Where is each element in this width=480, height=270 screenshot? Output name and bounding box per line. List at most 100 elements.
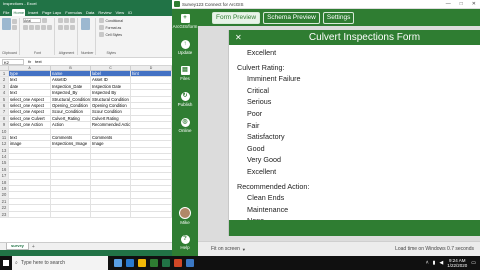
table-cell[interactable] xyxy=(9,179,51,186)
tab-insert[interactable]: Insert xyxy=(27,9,39,16)
choice-option[interactable]: Serious xyxy=(237,96,480,108)
table-cell[interactable] xyxy=(91,179,131,186)
row-number[interactable]: 17 xyxy=(0,173,9,179)
table-cell[interactable]: select_one Action xyxy=(9,122,51,128)
close-button[interactable]: ✕ xyxy=(472,1,476,7)
table-cell[interactable] xyxy=(51,173,91,179)
table-cell[interactable] xyxy=(51,166,91,173)
column-header[interactable]: B xyxy=(51,66,91,70)
table-cell[interactable] xyxy=(9,154,51,160)
choice-option[interactable]: Critical xyxy=(237,85,480,97)
row-number[interactable]: 3 xyxy=(0,83,9,90)
table-cell[interactable]: Asset ID xyxy=(91,77,131,83)
table-cell[interactable] xyxy=(131,83,172,90)
tab-review[interactable]: Review xyxy=(97,9,112,16)
table-cell[interactable] xyxy=(91,205,131,211)
name-box[interactable]: K2 xyxy=(2,58,24,65)
sidebar-item-publish[interactable]: ↻ Publish xyxy=(172,92,198,107)
table-cell[interactable]: Opening_Condition xyxy=(51,102,91,109)
table-cell[interactable] xyxy=(131,128,172,134)
table-cell[interactable] xyxy=(131,160,172,166)
table-cell[interactable]: Scour Condition xyxy=(91,109,131,115)
align-left-icon[interactable] xyxy=(58,25,63,30)
table-cell[interactable] xyxy=(131,134,172,141)
table-cell[interactable] xyxy=(91,192,131,198)
row-number[interactable]: 4 xyxy=(0,90,9,96)
table-cell[interactable]: text xyxy=(9,134,51,141)
taskbar-app-icon[interactable] xyxy=(114,259,122,267)
table-cell[interactable] xyxy=(51,160,91,166)
choice-option[interactable]: Poor xyxy=(237,108,480,120)
header-cell[interactable]: type xyxy=(9,71,51,77)
table-cell[interactable] xyxy=(131,186,172,192)
table-cell[interactable]: Image xyxy=(91,141,131,147)
row-number[interactable]: 12 xyxy=(0,141,9,147)
row-number[interactable]: 14 xyxy=(0,154,9,160)
table-cell[interactable] xyxy=(51,192,91,198)
column-header[interactable]: D xyxy=(131,66,172,70)
table-cell[interactable] xyxy=(9,198,51,205)
choice-option[interactable]: Maintenance xyxy=(237,204,480,216)
row-number[interactable]: 8 xyxy=(0,115,9,122)
taskbar-clock[interactable]: 9:24 AM 1/22/2020 xyxy=(447,258,467,268)
fill-color-icon[interactable] xyxy=(47,25,52,30)
table-cell[interactable]: select_one Aspect xyxy=(9,102,51,109)
underline-icon[interactable] xyxy=(35,25,40,30)
align-middle-icon[interactable] xyxy=(64,18,69,23)
conditional-format-button[interactable]: Conditional xyxy=(105,19,123,23)
table-cell[interactable]: text xyxy=(9,77,51,83)
row-number[interactable]: 16 xyxy=(0,166,9,173)
close-icon[interactable]: ✕ xyxy=(235,33,242,42)
row-number[interactable]: 23 xyxy=(0,211,9,217)
table-cell[interactable]: Inspection Date xyxy=(91,83,131,90)
column-header[interactable]: A xyxy=(9,66,51,70)
table-cell[interactable]: Comments xyxy=(51,134,91,141)
table-cell[interactable] xyxy=(91,160,131,166)
table-cell[interactable] xyxy=(131,173,172,179)
table-cell[interactable]: Culvert_Rating xyxy=(51,115,91,122)
table-cell[interactable]: Comments xyxy=(91,134,131,141)
formula-input[interactable]: text xyxy=(35,59,41,64)
format-as-table-button[interactable]: Format as xyxy=(105,26,121,30)
table-cell[interactable] xyxy=(91,166,131,173)
tab-page-layout[interactable]: Page Layo xyxy=(41,9,62,16)
tab-data[interactable]: Data xyxy=(85,9,95,16)
table-cell[interactable] xyxy=(131,179,172,186)
table-cell[interactable] xyxy=(51,154,91,160)
table-cell[interactable]: Structural Condition xyxy=(91,96,131,102)
table-cell[interactable] xyxy=(91,147,131,154)
font-size-select[interactable] xyxy=(42,18,47,23)
table-cell[interactable]: Culvert Rating xyxy=(91,115,131,122)
network-icon[interactable]: ▮ xyxy=(433,260,436,266)
row-number[interactable]: 22 xyxy=(0,205,9,211)
align-center-icon[interactable] xyxy=(64,25,69,30)
table-cell[interactable]: image xyxy=(9,141,51,147)
table-cell[interactable] xyxy=(131,122,172,128)
row-number[interactable]: 13 xyxy=(0,147,9,154)
table-cell[interactable] xyxy=(131,102,172,109)
sidebar-item-files[interactable]: ▤ Files xyxy=(172,66,198,81)
table-cell[interactable] xyxy=(131,141,172,147)
table-cell[interactable] xyxy=(51,128,91,134)
align-right-icon[interactable] xyxy=(70,25,75,30)
table-cell[interactable] xyxy=(51,198,91,205)
table-cell[interactable] xyxy=(51,147,91,154)
table-cell[interactable] xyxy=(131,90,172,96)
choice-option[interactable]: Imminent Failure xyxy=(237,73,480,85)
row-number[interactable]: 7 xyxy=(0,109,9,115)
table-cell[interactable] xyxy=(51,186,91,192)
tab-form-preview[interactable]: Form Preview xyxy=(212,11,261,24)
choice-option[interactable]: Satisfactory xyxy=(237,131,480,143)
table-cell[interactable] xyxy=(131,147,172,154)
table-cell[interactable]: date xyxy=(9,83,51,90)
table-cell[interactable]: Inspections_Image xyxy=(51,141,91,147)
table-cell[interactable] xyxy=(91,154,131,160)
copy-icon[interactable] xyxy=(12,24,17,30)
row-number[interactable]: 19 xyxy=(0,186,9,192)
taskbar-app-icon[interactable] xyxy=(186,259,194,267)
taskbar-app-icon[interactable] xyxy=(150,259,158,267)
sidebar-help[interactable]: ? Help xyxy=(172,235,198,250)
choice-option[interactable]: Excellent xyxy=(237,47,480,59)
choice-option[interactable]: Clean Ends xyxy=(237,192,480,204)
table-cell[interactable] xyxy=(9,147,51,154)
